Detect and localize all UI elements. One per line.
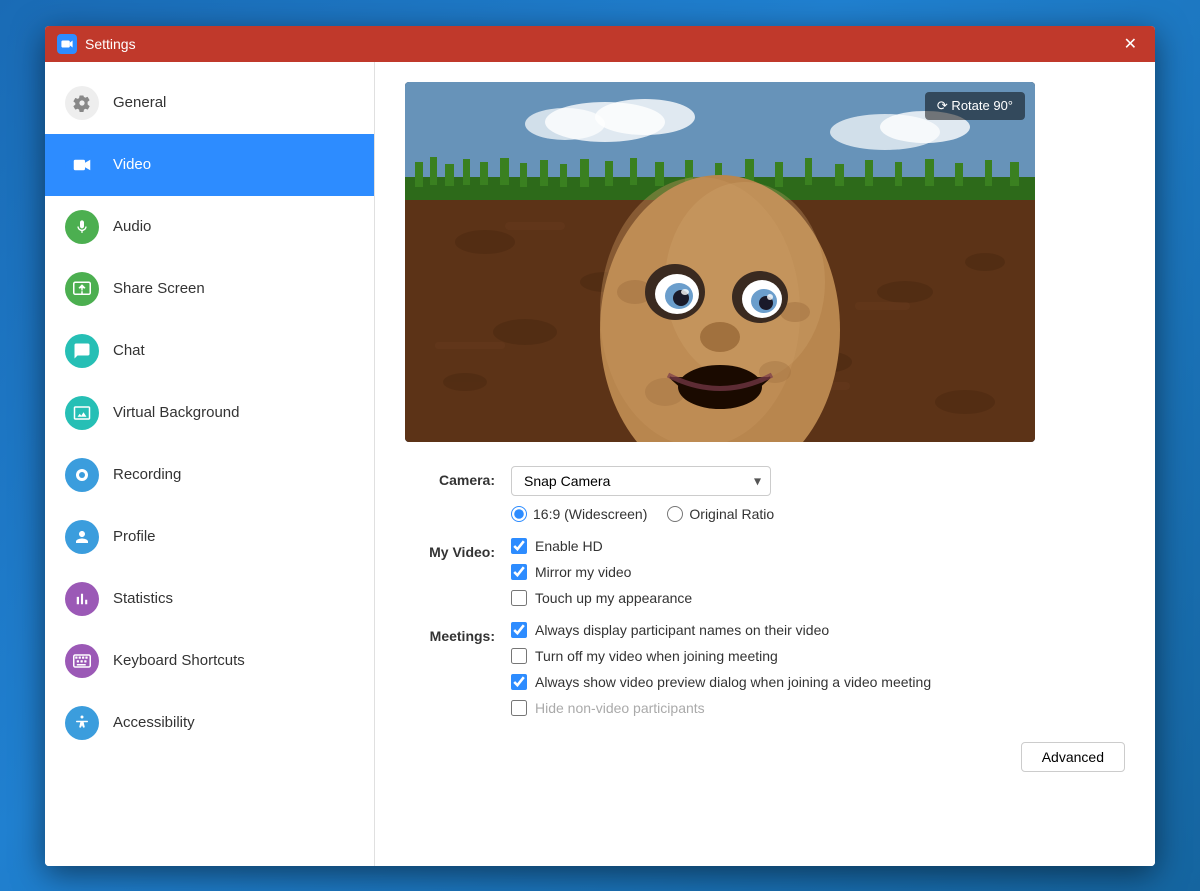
sidebar-item-audio[interactable]: Audio [45,196,374,258]
video-preview: ⟳ Rotate 90° [405,82,1035,442]
accessibility-label: Accessibility [113,714,195,731]
settings-window: Settings ✕ General [45,26,1155,866]
sidebar-item-profile[interactable]: Profile [45,506,374,568]
keyboard-shortcuts-icon [65,644,99,678]
advanced-button[interactable]: Advanced [1021,742,1125,772]
profile-label: Profile [113,528,156,545]
touch-up-label: Touch up my appearance [535,590,692,606]
sidebar-item-general[interactable]: General [45,72,374,134]
ratio-options: 16:9 (Widescreen) Original Ratio [511,506,1125,522]
app-icon [57,34,77,54]
hide-video-label: Hide non-video participants [535,700,705,716]
enable-hd-checkbox[interactable] [511,538,527,554]
mirror-video-label: Mirror my video [535,564,631,580]
sidebar-item-chat[interactable]: Chat [45,320,374,382]
turn-off-video-label: Turn off my video when joining meeting [535,648,778,664]
chat-icon [65,334,99,368]
sidebar-item-video[interactable]: Video [45,134,374,196]
widescreen-option[interactable]: 16:9 (Widescreen) [511,506,647,522]
sidebar-item-share-screen[interactable]: Share Screen [45,258,374,320]
virtual-background-label: Virtual Background [113,404,239,421]
virtual-background-icon [65,396,99,430]
hide-video-checkbox[interactable] [511,700,527,716]
general-icon [65,86,99,120]
camera-row: Camera: Snap Camera 16:9 (Widescreen) [405,466,1125,522]
recording-label: Recording [113,466,181,483]
display-names-label: Always display participant names on thei… [535,622,829,638]
rotate-button[interactable]: ⟳ Rotate 90° [925,92,1025,120]
mirror-video-checkbox[interactable] [511,564,527,580]
original-ratio-option[interactable]: Original Ratio [667,506,774,522]
statistics-icon [65,582,99,616]
turn-off-video-option[interactable]: Turn off my video when joining meeting [511,648,1125,664]
show-preview-option[interactable]: Always show video preview dialog when jo… [511,674,1125,690]
close-button[interactable]: ✕ [1118,32,1143,56]
camera-controls: Snap Camera 16:9 (Widescreen) Original R… [511,466,1125,522]
meetings-controls: Always display participant names on thei… [511,622,1125,716]
sidebar: General Video Audio [45,62,375,866]
camera-label: Camera: [405,466,495,488]
widescreen-label: 16:9 (Widescreen) [533,506,647,522]
camera-dropdown[interactable]: Snap Camera [511,466,771,496]
widescreen-radio[interactable] [511,506,527,522]
display-names-option[interactable]: Always display participant names on thei… [511,622,1125,638]
chat-label: Chat [113,342,145,359]
mirror-video-option[interactable]: Mirror my video [511,564,1125,580]
my-video-row: My Video: Enable HD Mirror my video Touc… [405,538,1125,606]
audio-icon [65,210,99,244]
audio-label: Audio [113,218,151,235]
share-screen-icon [65,272,99,306]
sidebar-item-recording[interactable]: Recording [45,444,374,506]
my-video-label: My Video: [405,538,495,560]
share-screen-label: Share Screen [113,280,205,297]
meetings-row: Meetings: Always display participant nam… [405,622,1125,716]
content-area: General Video Audio [45,62,1155,866]
general-label: General [113,94,166,111]
video-icon [65,148,99,182]
my-video-controls: Enable HD Mirror my video Touch up my ap… [511,538,1125,606]
meetings-label: Meetings: [405,622,495,644]
touch-up-option[interactable]: Touch up my appearance [511,590,1125,606]
camera-select-wrapper: Snap Camera [511,466,1125,496]
profile-icon [65,520,99,554]
enable-hd-option[interactable]: Enable HD [511,538,1125,554]
sidebar-item-keyboard-shortcuts[interactable]: Keyboard Shortcuts [45,630,374,692]
sidebar-item-statistics[interactable]: Statistics [45,568,374,630]
hide-video-option[interactable]: Hide non-video participants [511,700,1125,716]
keyboard-shortcuts-label: Keyboard Shortcuts [113,652,245,669]
sidebar-item-accessibility[interactable]: Accessibility [45,692,374,754]
window-title: Settings [85,36,1118,52]
recording-icon [65,458,99,492]
enable-hd-label: Enable HD [535,538,603,554]
display-names-checkbox[interactable] [511,622,527,638]
touch-up-checkbox[interactable] [511,590,527,606]
camera-dropdown-wrapper: Snap Camera [511,466,771,496]
original-ratio-radio[interactable] [667,506,683,522]
sidebar-item-virtual-background[interactable]: Virtual Background [45,382,374,444]
accessibility-icon [65,706,99,740]
show-preview-label: Always show video preview dialog when jo… [535,674,931,690]
title-bar: Settings ✕ [45,26,1155,62]
original-ratio-label: Original Ratio [689,506,774,522]
main-content: ⟳ Rotate 90° Camera: Snap Camera [375,62,1155,866]
video-label: Video [113,156,151,173]
show-preview-checkbox[interactable] [511,674,527,690]
turn-off-video-checkbox[interactable] [511,648,527,664]
statistics-label: Statistics [113,590,173,607]
